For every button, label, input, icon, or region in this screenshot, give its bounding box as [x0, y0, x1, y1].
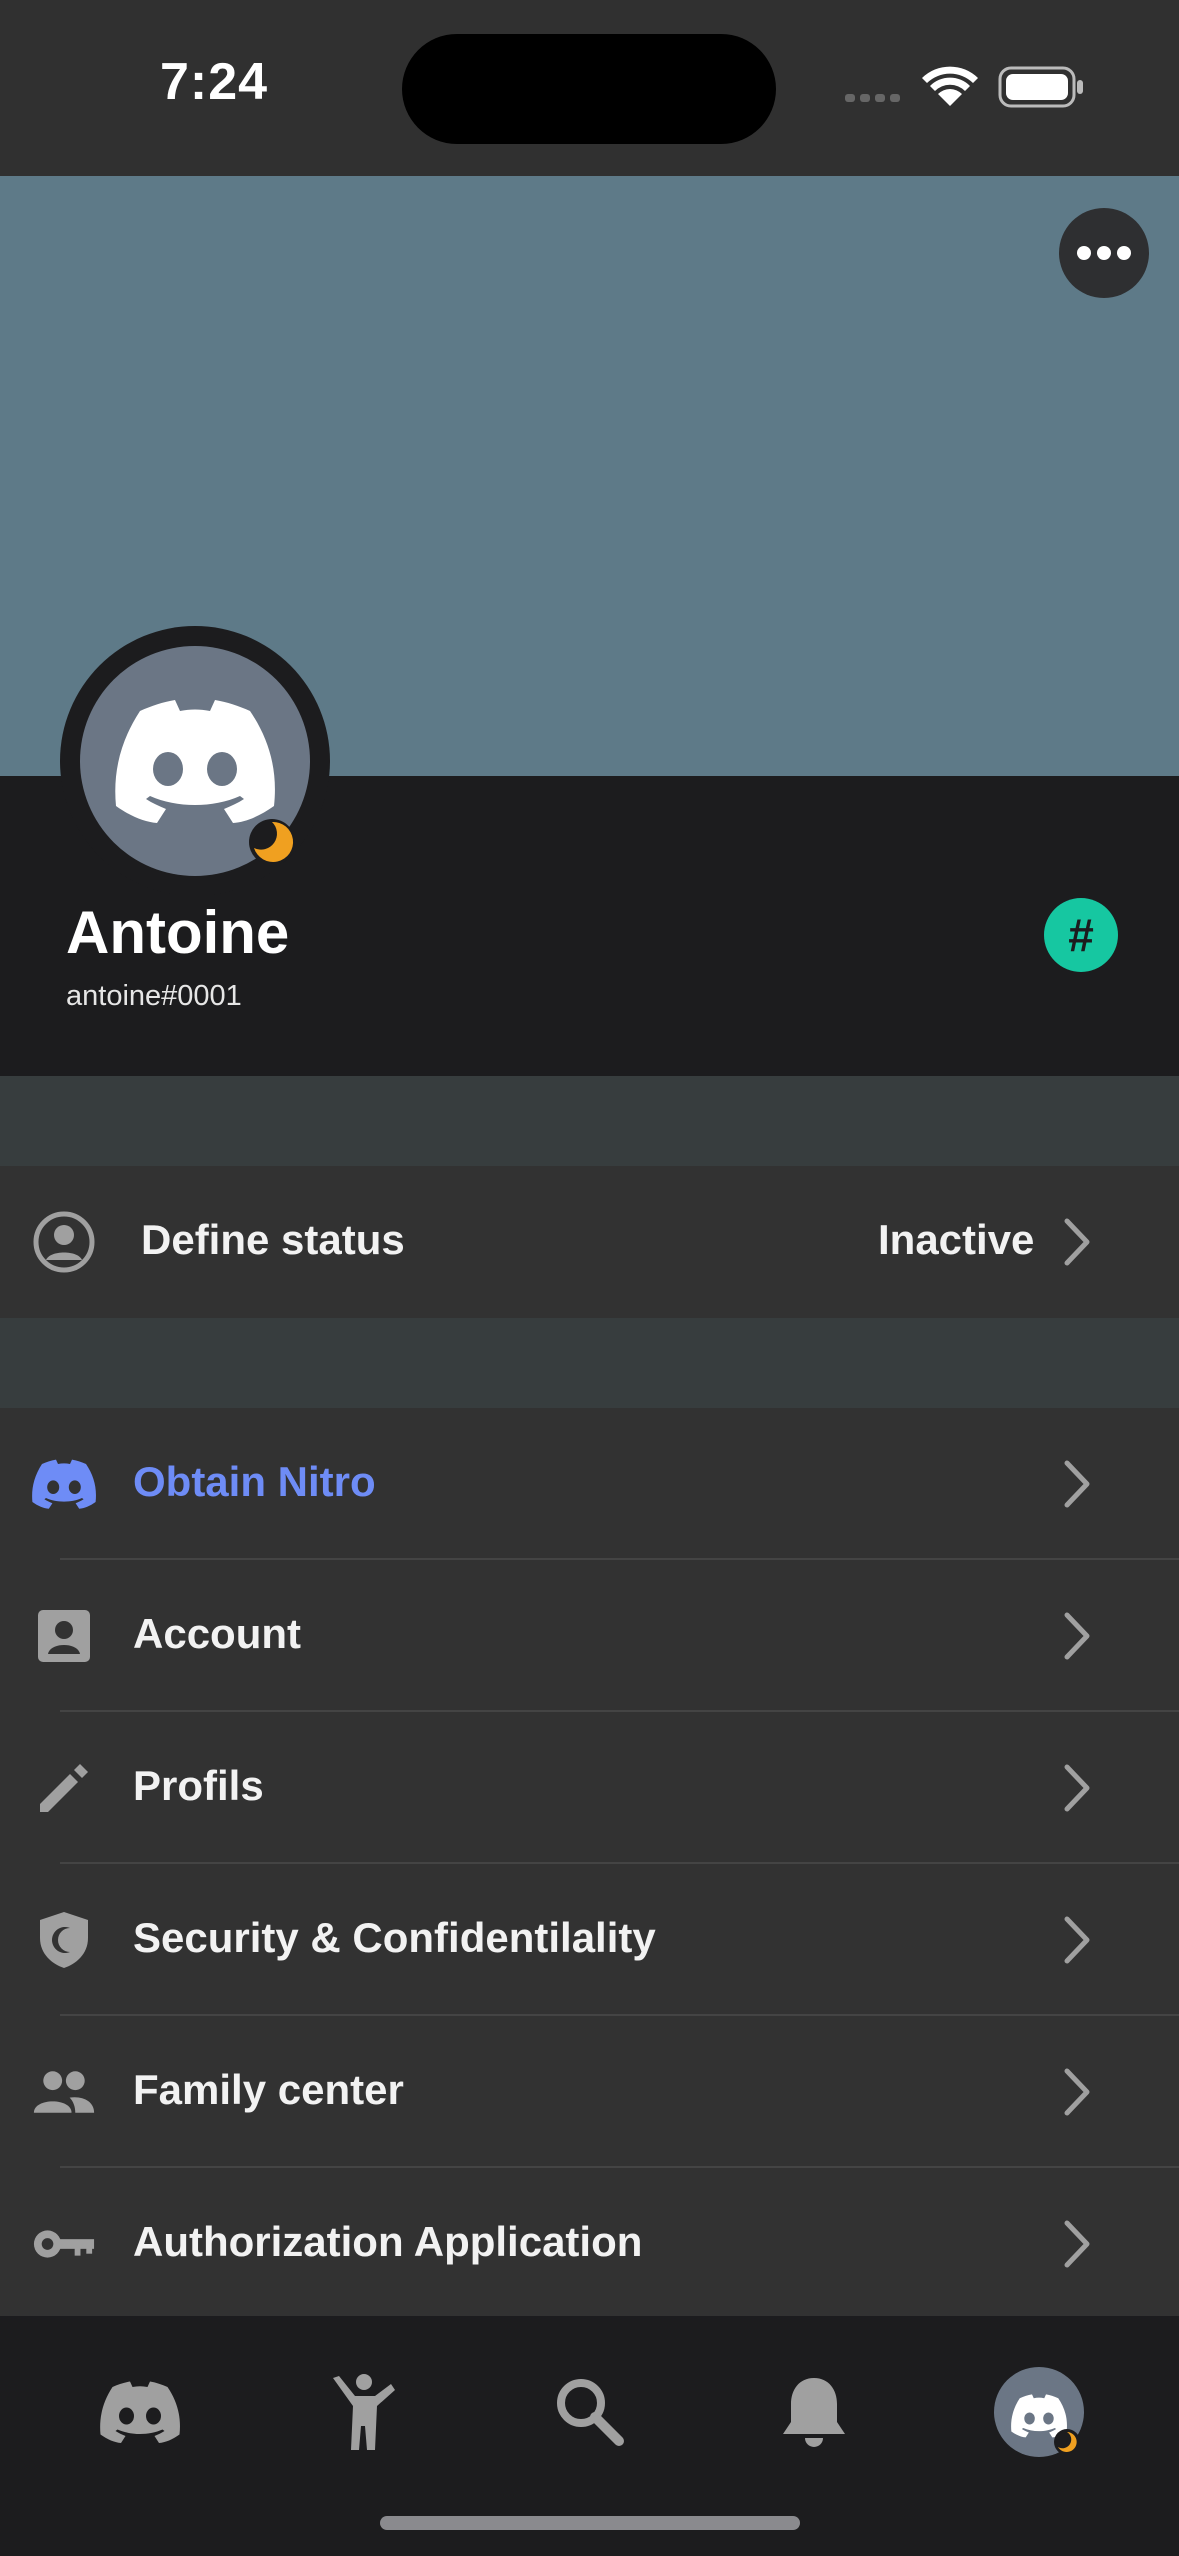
profile-avatar-icon — [994, 2367, 1084, 2457]
menu-item-family-center[interactable]: Family center — [0, 2016, 1179, 2168]
menu-item-security[interactable]: Security & Confidentilality — [0, 1864, 1179, 2016]
profile-tab[interactable] — [989, 2362, 1089, 2462]
chevron-right-icon — [1062, 2218, 1092, 2275]
menu-item-label: Account — [133, 1610, 301, 1657]
chevron-right-icon — [1062, 1458, 1092, 1515]
wifi-icon — [922, 66, 978, 106]
section-spacer — [0, 1076, 1179, 1166]
more-options-button[interactable] — [1059, 208, 1149, 298]
status-icons — [840, 62, 1090, 117]
idle-moon-icon — [822, 1227, 835, 1253]
search-tab[interactable] — [540, 2362, 640, 2462]
chevron-right-icon — [1062, 1216, 1092, 1273]
discord-logo-icon — [115, 700, 275, 823]
section-spacer — [0, 1318, 1179, 1408]
menu-item-profils[interactable]: Profils — [0, 1712, 1179, 1864]
chevron-right-icon — [1062, 1914, 1092, 1971]
status-value: Inactive — [878, 1216, 1035, 1263]
home-tab[interactable] — [90, 2362, 190, 2462]
battery-icon — [998, 66, 1083, 108]
menu-item-obtain-nitro[interactable]: Obtain Nitro — [0, 1408, 1179, 1560]
menu-item-label: Profils — [133, 1762, 264, 1809]
discord-home-icon — [100, 2381, 180, 2443]
pencil-icon — [32, 1758, 96, 1818]
bell-icon — [783, 2378, 845, 2447]
home-indicator — [380, 2516, 800, 2530]
search-icon — [557, 2379, 624, 2446]
cellular-signal-icon — [845, 94, 900, 102]
chevron-right-icon — [1062, 1610, 1092, 1667]
account-icon — [32, 1606, 96, 1666]
display-name: Antoine — [66, 899, 290, 966]
idle-status-indicator — [248, 818, 296, 871]
waving-person-icon — [333, 2374, 395, 2450]
menu-item-label: Family center — [133, 2066, 404, 2113]
chevron-right-icon — [1062, 2066, 1092, 2123]
key-icon — [32, 2214, 96, 2274]
ellipsis-icon — [1077, 246, 1131, 260]
notifications-tab[interactable] — [764, 2362, 864, 2462]
menu-item-label: Authorization Application — [133, 2218, 643, 2265]
people-icon — [32, 2062, 96, 2122]
chevron-right-icon — [1062, 1762, 1092, 1819]
username: antoine#0001 — [66, 980, 242, 1012]
define-status-label: Define status — [141, 1216, 405, 1263]
dynamic-island — [402, 34, 776, 144]
status-time: 7:24 — [160, 53, 269, 111]
nitro-icon — [32, 1454, 96, 1514]
friends-tab[interactable] — [314, 2362, 414, 2462]
menu-item-authorization-application[interactable]: Authorization Application — [0, 2168, 1179, 2320]
shield-icon — [32, 1910, 96, 1970]
hash-badge[interactable]: # — [1044, 898, 1118, 972]
status-bar: 7:24 — [0, 0, 1179, 176]
menu-item-label: Obtain Nitro — [133, 1458, 376, 1505]
user-circle-icon — [32, 1211, 96, 1273]
define-status-row[interactable]: Define status Inactive — [0, 1166, 1179, 1318]
menu-item-label: Security & Confidentilality — [133, 1914, 656, 1961]
menu-item-account[interactable]: Account — [0, 1560, 1179, 1712]
